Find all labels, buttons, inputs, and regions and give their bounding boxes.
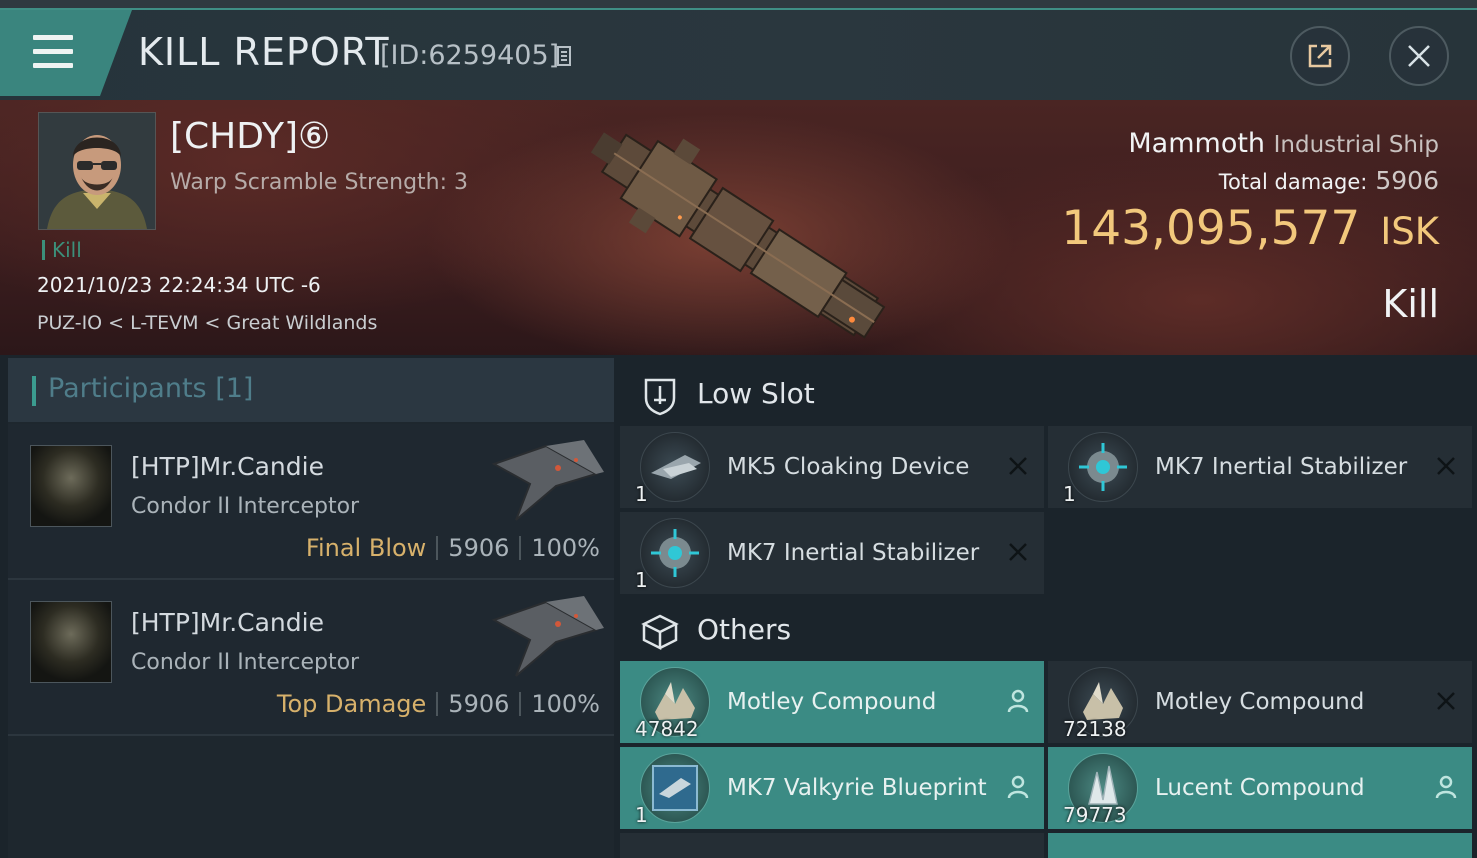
item-cell[interactable]: 79773 Lucent Compound [1048,747,1472,829]
person-icon [1435,775,1457,799]
blueprint-icon [640,753,710,823]
kill-tag-marker [42,240,45,260]
item-quantity: 1 [635,803,648,827]
item-cell[interactable]: 1 MK5 Cloaking Device [620,426,1044,508]
participant-ship: Condor II Interceptor [131,494,360,519]
external-share-icon [1308,44,1332,68]
item-quantity: 1 [635,482,648,506]
participant-ship-image [491,440,604,521]
item-name: MK5 Cloaking Device [727,454,970,480]
participant-name: [HTP]Mr.Candie [131,452,324,481]
participant-row[interactable]: [HTP]Mr.Candie Condor II Interceptor Fin… [8,424,614,580]
cube-icon [641,614,679,651]
kill-tag: Kill [52,238,82,262]
participant-stats: Final Blow 5906 100% [306,534,600,562]
others-label: Others [697,613,792,646]
participant-ship-image [491,596,604,677]
hamburger-menu-icon [33,35,73,40]
isk-amount: 143,095,577 [1061,201,1361,256]
participants-count: [1] [215,373,254,404]
item-cell[interactable] [1048,833,1472,858]
participant-damage: 5906 [448,690,510,718]
item-cell[interactable]: 72138 Motley Compound [1048,661,1472,743]
participant-avatar [30,601,112,683]
share-button[interactable] [1290,26,1350,86]
victim-ship-name: Mammoth [1128,128,1266,159]
hamburger-menu-icon [33,63,73,68]
isk-unit: ISK [1380,210,1439,253]
stat-divider [436,536,439,560]
participant-stats: Top Damage 5906 100% [277,690,600,718]
item-quantity: 72138 [1063,717,1127,741]
cloaking-device-icon [640,432,710,502]
copy-icon[interactable] [557,46,573,68]
participant-avatar [30,445,112,527]
report-id: [ID:6259405] [380,40,560,71]
participant-row[interactable]: [HTP]Mr.Candie Condor II Interceptor Top… [8,580,614,736]
kill-datetime: 2021/10/23 22:24:34 UTC -6 [37,273,321,297]
result-label: Kill [1382,282,1439,326]
item-quantity: 47842 [635,717,699,741]
kill-report-window: KILL REPORT [ID:6259405] [CHDY]⑥ Warp Sc… [0,0,1477,858]
x-icon [1437,457,1455,475]
item-quantity: 1 [1063,482,1076,506]
low-slot-label: Low Slot [697,377,815,410]
final-blow-label: Final Blow [305,534,427,562]
participants-label: Participants [48,373,207,404]
item-cell[interactable]: 1 MK7 Inertial Stabilizer [1048,426,1472,508]
item-name: Motley Compound [1155,689,1365,715]
victim-ship[interactable]: Mammoth Industrial Ship [1128,128,1439,159]
stat-divider [519,536,522,560]
participant-name: [HTP]Mr.Candie [131,608,324,637]
person-icon [1007,689,1029,713]
item-quantity: 79773 [1063,803,1127,827]
item-cell[interactable]: 1 MK7 Valkyrie Blueprint [620,747,1044,829]
stat-divider [436,692,439,716]
item-cell[interactable]: 47842 Motley Compound [620,661,1044,743]
victim-corp-name[interactable]: [CHDY]⑥ [170,116,330,157]
pilot-avatar-image [39,113,155,229]
inertial-stabilizer-icon [640,518,710,588]
item-name: MK7 Valkyrie Blueprint [727,775,987,801]
x-icon [1437,692,1455,710]
participant-damage: 5906 [448,534,510,562]
page-title: KILL REPORT [138,30,390,74]
close-button[interactable] [1389,26,1449,86]
item-name: MK7 Inertial Stabilizer [727,540,980,566]
inertial-stabilizer-icon [1068,432,1138,502]
total-damage: Total damage: 5906 [1219,166,1439,195]
item-cell[interactable]: 1 MK7 Inertial Stabilizer [620,512,1044,594]
item-cell[interactable] [620,833,1044,858]
participants-header-marker [32,376,36,406]
stat-divider [519,692,522,716]
close-icon [1408,45,1430,67]
item-name: Lucent Compound [1155,775,1365,801]
top-damage-label: Top Damage [276,690,427,718]
item-quantity: 1 [635,568,648,592]
total-damage-label: Total damage: [1218,170,1368,194]
kill-location[interactable]: PUZ-IO < L-TEVM < Great Wildlands [37,312,377,334]
victim-portrait[interactable] [38,112,156,230]
participant-ship: Condor II Interceptor [131,650,360,675]
others-header: Others [620,598,1477,660]
x-icon [1009,543,1027,561]
low-slot-header: Low Slot [620,362,1477,424]
participants-title: Participants [1] [48,373,253,404]
shield-slot-icon [644,378,676,416]
x-icon [1009,457,1027,475]
total-damage-value: 5906 [1375,166,1439,195]
participant-percent: 100% [531,690,600,718]
warp-scramble-strength: Warp Scramble Strength: 3 [170,170,469,195]
isk-value: 143,095,577 ISK [1061,201,1439,256]
item-name: Motley Compound [727,689,937,715]
person-icon [1007,775,1029,799]
victim-ship-class: Industrial Ship [1273,132,1439,158]
hamburger-menu-icon [33,49,73,54]
participant-percent: 100% [531,534,600,562]
item-name: MK7 Inertial Stabilizer [1155,454,1408,480]
